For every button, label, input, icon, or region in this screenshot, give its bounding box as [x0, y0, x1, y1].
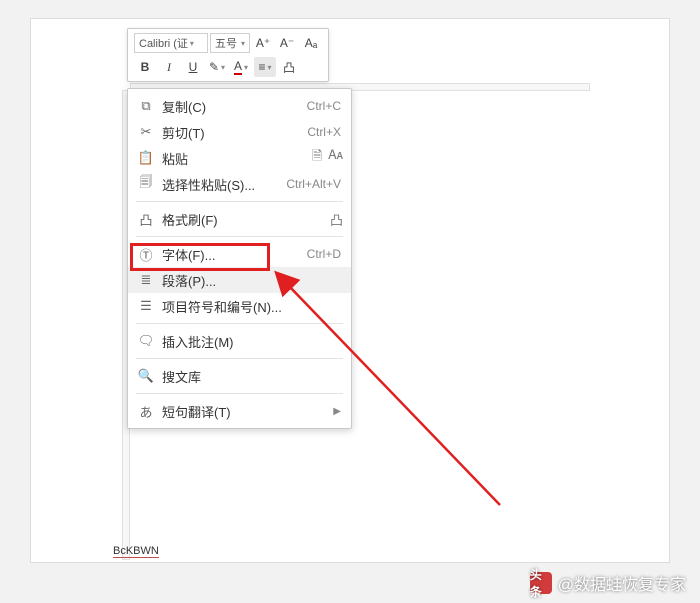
menu-paste-special[interactable]: 🗐 选择性粘贴(S)... Ctrl+Alt+V — [128, 171, 351, 197]
format-painter-mini-button[interactable]: 凸 — [278, 57, 300, 77]
separator — [136, 201, 343, 202]
separator — [136, 358, 343, 359]
font-size-select[interactable]: 五号▾ — [210, 33, 250, 53]
paragraph-icon: ≣ — [136, 272, 156, 288]
chevron-right-icon: ▶ — [333, 406, 341, 417]
menu-cut[interactable]: ✂ 剪切(T) Ctrl+X — [128, 119, 351, 145]
menu-insert-comment[interactable]: 🗨 插入批注(M) — [128, 328, 351, 354]
paste-option-icon-2[interactable]: 🗛 — [328, 147, 343, 169]
font-name-value: Calibri (证 — [139, 35, 188, 51]
list-icon: ☰ — [136, 298, 156, 314]
scissors-icon: ✂ — [136, 124, 156, 140]
menu-copy[interactable]: ⧉ 复制(C) Ctrl+C — [128, 93, 351, 119]
format-painter-side-icon[interactable]: 凸 — [330, 210, 343, 229]
menu-short-translate[interactable]: あ 短句翻译(T) ▶ — [128, 398, 351, 424]
align-button[interactable]: ≡▾ — [254, 57, 276, 77]
font-name-select[interactable]: Calibri (证▾ — [134, 33, 208, 53]
font-color-button[interactable]: A▾ — [230, 57, 252, 77]
change-case-button[interactable]: Aₐ — [300, 33, 322, 53]
highlight-button[interactable]: ✎▾ — [206, 57, 228, 77]
separator — [136, 393, 343, 394]
search-icon: 🔍 — [136, 368, 156, 384]
watermark-badge: 头条 — [530, 572, 552, 594]
paste-special-icon: 🗐 — [136, 173, 156, 195]
watermark: 头条 @数据蛙恢复专家 — [530, 571, 686, 595]
comment-icon: 🗨 — [136, 333, 156, 349]
menu-paste[interactable]: 📋 粘贴 🗎 🗛 — [128, 145, 351, 171]
format-painter-icon: 凸 — [136, 210, 156, 229]
menu-format-painter[interactable]: 凸 格式刷(F) 凸 — [128, 206, 351, 232]
separator — [136, 323, 343, 324]
clipboard-icon: 📋 — [136, 150, 156, 166]
menu-search-library[interactable]: 🔍 搜文库 — [128, 363, 351, 389]
mini-toolbar: Calibri (证▾ 五号▾ A⁺ A⁻ Aₐ B I U ✎▾ A▾ ≡▾ … — [127, 28, 329, 82]
document-text[interactable]: BcKBWN — [113, 545, 159, 558]
font-size-value: 五号 — [215, 35, 237, 51]
italic-button[interactable]: I — [158, 57, 180, 77]
translate-icon: あ — [136, 402, 156, 421]
context-menu: ⧉ 复制(C) Ctrl+C ✂ 剪切(T) Ctrl+X 📋 粘贴 🗎 🗛 🗐… — [127, 88, 352, 429]
menu-font[interactable]: Ⓣ 字体(F)... Ctrl+D — [128, 241, 351, 267]
bold-button[interactable]: B — [134, 57, 156, 77]
menu-bullets-numbering[interactable]: ☰ 项目符号和编号(N)... — [128, 293, 351, 319]
watermark-text: @数据蛙恢复专家 — [558, 571, 686, 595]
underline-button[interactable]: U — [182, 57, 204, 77]
copy-icon: ⧉ — [136, 98, 156, 114]
separator — [136, 236, 343, 237]
decrease-font-button[interactable]: A⁻ — [276, 33, 298, 53]
menu-paragraph[interactable]: ≣ 段落(P)... — [128, 267, 351, 293]
paste-option-icon-1[interactable]: 🗎 — [312, 147, 322, 169]
increase-font-button[interactable]: A⁺ — [252, 33, 274, 53]
font-icon: Ⓣ — [136, 245, 156, 264]
